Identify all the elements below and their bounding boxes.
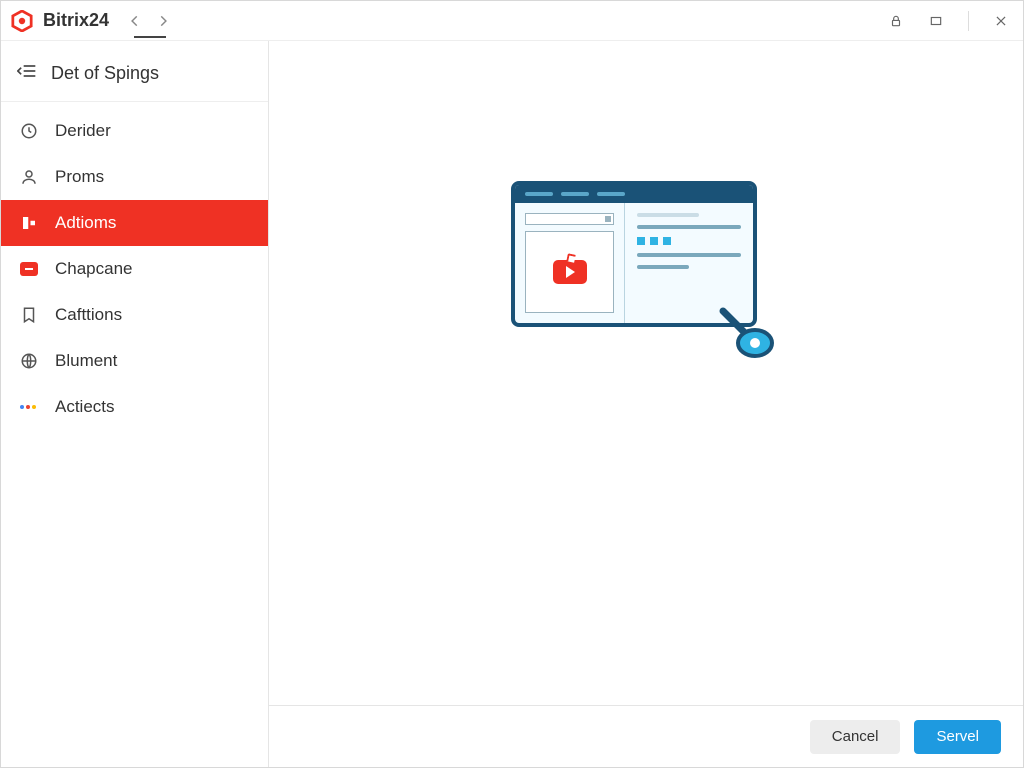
history-nav — [123, 9, 175, 33]
sidebar: Det of Spings Derider Proms Adtioms Chap… — [1, 41, 269, 767]
main-content: Cancel Servel — [269, 41, 1023, 767]
nav-active-underline — [134, 36, 166, 38]
person-icon — [19, 167, 39, 187]
titlebar-divider — [968, 11, 969, 31]
sidebar-item-chapcane[interactable]: Chapcane — [1, 246, 268, 292]
actions-icon — [19, 213, 39, 233]
body: Det of Spings Derider Proms Adtioms Chap… — [1, 41, 1023, 767]
app-window: Bitrix24 — [0, 0, 1024, 768]
sidebar-separator — [1, 101, 268, 102]
globe-icon — [19, 351, 39, 371]
illustration-zone — [269, 41, 1023, 705]
page-title: Det of Spings — [51, 63, 159, 84]
app-logo-icon — [11, 10, 33, 32]
nav-back-button[interactable] — [123, 9, 147, 33]
sidebar-item-actiects[interactable]: Actiects — [1, 384, 268, 430]
play-icon — [553, 260, 587, 284]
app-name: Bitrix24 — [43, 10, 109, 31]
footer: Cancel Servel — [269, 705, 1023, 767]
sidebar-item-label: Cafttions — [55, 305, 122, 325]
sidebar-item-blument[interactable]: Blument — [1, 338, 268, 384]
onboarding-illustration — [511, 181, 781, 381]
sidebar-item-derider[interactable]: Derider — [1, 108, 268, 154]
cursor-icon — [719, 307, 779, 372]
close-icon[interactable] — [989, 9, 1013, 33]
sidebar-item-label: Blument — [55, 351, 117, 371]
sidebar-item-cafttions[interactable]: Cafttions — [1, 292, 268, 338]
bookmark-icon — [19, 305, 39, 325]
lock-icon[interactable] — [884, 9, 908, 33]
page-title-row[interactable]: Det of Spings — [1, 49, 268, 97]
cancel-button[interactable]: Cancel — [810, 720, 901, 754]
submit-button[interactable]: Servel — [914, 720, 1001, 754]
sidebar-item-label: Derider — [55, 121, 111, 141]
more-dots-icon — [19, 397, 39, 417]
sidebar-item-adtioms[interactable]: Adtioms — [1, 200, 268, 246]
collapse-menu-icon — [17, 63, 37, 84]
sidebar-item-label: Chapcane — [55, 259, 133, 279]
sidebar-item-proms[interactable]: Proms — [1, 154, 268, 200]
clock-icon — [19, 121, 39, 141]
maximize-icon[interactable] — [924, 9, 948, 33]
sidebar-item-label: Proms — [55, 167, 104, 187]
nav-forward-button[interactable] — [151, 9, 175, 33]
channel-icon — [19, 259, 39, 279]
sidebar-item-label: Adtioms — [55, 213, 116, 233]
sidebar-item-label: Actiects — [55, 397, 115, 417]
window-controls — [884, 9, 1013, 33]
illus-browser-window — [511, 181, 757, 327]
title-bar: Bitrix24 — [1, 1, 1023, 41]
